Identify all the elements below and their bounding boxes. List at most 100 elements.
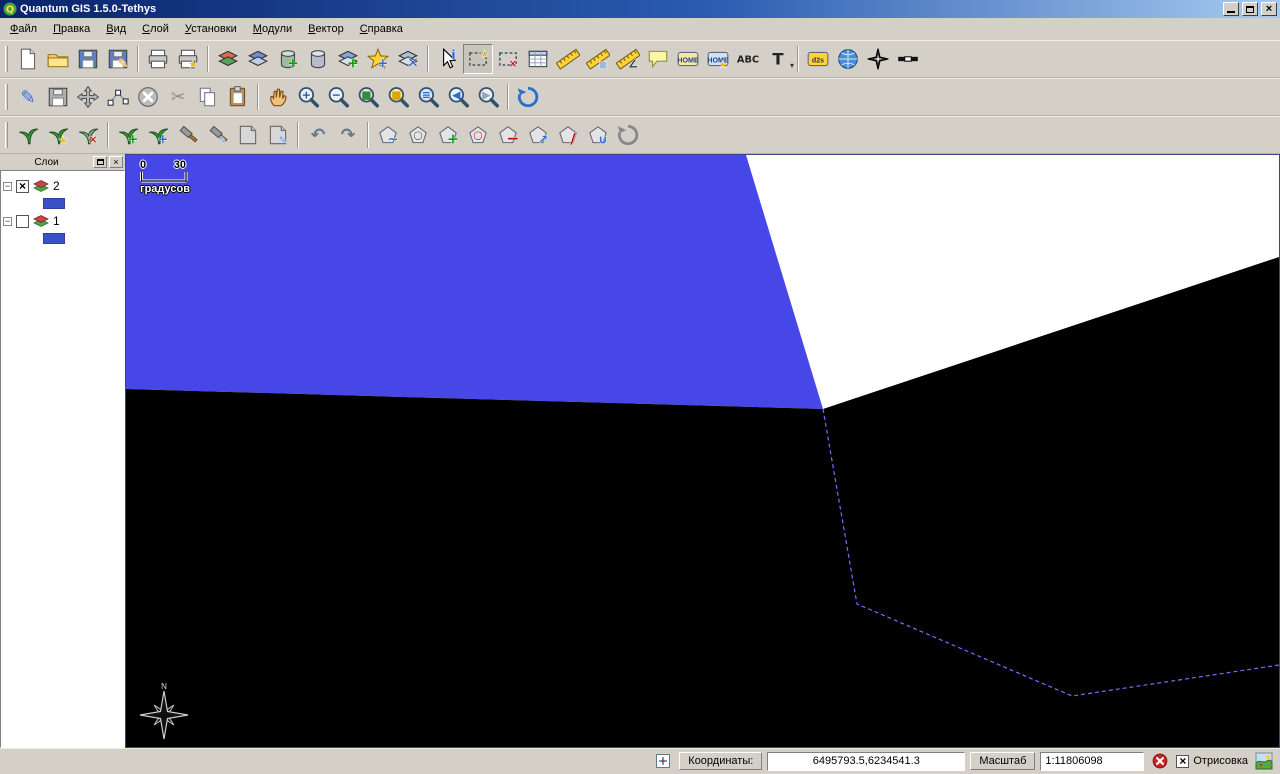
delete-part[interactable]: − — [493, 120, 523, 150]
panel-float-button[interactable] — [93, 156, 107, 168]
zoom-to-selection[interactable]: ■ — [383, 82, 413, 112]
layer-row[interactable]: − 1 — [3, 212, 122, 230]
restore-button[interactable] — [1242, 2, 1258, 16]
node-tool[interactable] — [103, 82, 133, 112]
measure-angle[interactable]: ∠ — [613, 44, 643, 74]
add-vector-layer[interactable] — [213, 44, 243, 74]
scale-bar-decoration[interactable] — [893, 44, 923, 74]
new-print-composer[interactable] — [143, 44, 173, 74]
dropdown-arrow-icon[interactable]: ▾ — [790, 61, 794, 70]
toolbar-handle[interactable] — [5, 84, 8, 110]
map-tips[interactable] — [643, 44, 673, 74]
measure-line[interactable] — [553, 44, 583, 74]
text-annotation[interactable]: T▾ — [763, 44, 793, 74]
render-toggle[interactable]: × Отрисовка — [1176, 755, 1248, 768]
delete-ring[interactable]: ○ — [463, 120, 493, 150]
refresh-map[interactable] — [513, 82, 543, 112]
simplify-feature[interactable]: ~ — [373, 120, 403, 150]
north-arrow-decoration[interactable] — [863, 44, 893, 74]
zoom-last[interactable]: ◀ — [443, 82, 473, 112]
layer-row[interactable]: − × 2 — [3, 177, 122, 195]
copy-features[interactable] — [193, 82, 223, 112]
menu-help[interactable]: Справка — [352, 20, 411, 38]
zoom-out[interactable]: − — [323, 82, 353, 112]
toolbar-handle[interactable] — [5, 46, 8, 72]
copyright-label-decoration[interactable]: d2s — [803, 44, 833, 74]
grass-open-tools[interactable] — [173, 120, 203, 150]
menu-edit[interactable]: Правка — [45, 20, 98, 38]
new-bookmark[interactable]: HOME — [673, 44, 703, 74]
grass-edit-vector[interactable]: ✎ — [203, 120, 233, 150]
svg-text:✎: ✎ — [219, 136, 227, 147]
deselect-features[interactable]: ✕ — [493, 44, 523, 74]
open-attribute-table[interactable] — [523, 44, 553, 74]
rotate-point-symbols[interactable] — [613, 120, 643, 150]
grass-edit-region[interactable]: ✎ — [263, 120, 293, 150]
menu-file[interactable]: Файл — [2, 20, 45, 38]
remove-layer[interactable]: ✕ — [393, 44, 423, 74]
minimize-button[interactable] — [1223, 2, 1239, 16]
split-features[interactable]: / — [553, 120, 583, 150]
new-project[interactable] — [13, 44, 43, 74]
projection-globe[interactable] — [833, 44, 863, 74]
zoom-next[interactable]: ▶ — [473, 82, 503, 112]
move-feature[interactable] — [73, 82, 103, 112]
mouse-position-icon[interactable] — [652, 750, 674, 772]
pan-map[interactable] — [263, 82, 293, 112]
paste-features[interactable] — [223, 82, 253, 112]
labeling[interactable]: ABC — [733, 44, 763, 74]
identify-features[interactable]: i — [433, 44, 463, 74]
save-project-as[interactable]: ✎ — [103, 44, 133, 74]
expand-toggle[interactable]: − — [3, 182, 12, 191]
menu-layer[interactable]: Слой — [134, 20, 177, 38]
grass-add-vector-layer[interactable]: + — [113, 120, 143, 150]
grass-add-raster-layer[interactable]: + — [143, 120, 173, 150]
undo[interactable]: ↶ — [303, 120, 333, 150]
toolbar-handle[interactable] — [5, 122, 8, 148]
redo[interactable]: ↷ — [333, 120, 363, 150]
close-button[interactable]: × — [1261, 2, 1277, 16]
add-spatialite-layer[interactable] — [303, 44, 333, 74]
layer-name[interactable]: 2 — [53, 179, 60, 193]
reshape-features[interactable]: ↗ — [523, 120, 553, 150]
toggle-editing[interactable]: ✎ — [13, 82, 43, 112]
merge-features[interactable]: ∪ — [583, 120, 613, 150]
grass-close-mapset[interactable]: ✕ — [73, 120, 103, 150]
select-features[interactable]: ★ — [463, 44, 493, 74]
add-postgis-layer[interactable]: + — [273, 44, 303, 74]
save-project[interactable] — [73, 44, 103, 74]
add-wms-layer[interactable]: + — [333, 44, 363, 74]
cut-features[interactable]: ✂ — [163, 82, 193, 112]
menu-view[interactable]: Вид — [98, 20, 134, 38]
composer-manager[interactable]: ★ — [173, 44, 203, 74]
grass-open-mapset[interactable] — [13, 120, 43, 150]
stop-render-button[interactable] — [1149, 750, 1171, 772]
menu-vector[interactable]: Вектор — [300, 20, 352, 38]
menu-plugins[interactable]: Модули — [245, 20, 300, 38]
add-ring[interactable]: ○ — [403, 120, 433, 150]
grass-new-mapset[interactable]: ★ — [43, 120, 73, 150]
layer-visibility-checkbox[interactable]: × — [16, 180, 29, 193]
map-canvas[interactable]: 0 30 градусов N — [125, 154, 1280, 748]
zoom-in[interactable]: + — [293, 82, 323, 112]
add-raster-layer[interactable] — [243, 44, 273, 74]
coordinates-input[interactable] — [767, 752, 965, 771]
zoom-to-layer[interactable]: ≡ — [413, 82, 443, 112]
titlebar[interactable]: Q Quantum GIS 1.5.0-Tethys × — [0, 0, 1280, 18]
menu-settings[interactable]: Установки — [177, 20, 245, 38]
layer-name[interactable]: 1 — [53, 214, 60, 228]
open-project[interactable] — [43, 44, 73, 74]
panel-close-button[interactable]: × — [109, 156, 123, 168]
add-part[interactable]: + — [433, 120, 463, 150]
delete-selected[interactable] — [133, 82, 163, 112]
scale-input[interactable] — [1040, 752, 1144, 771]
render-checkbox[interactable]: × — [1176, 755, 1189, 768]
save-edits[interactable] — [43, 82, 73, 112]
show-bookmarks[interactable]: HOME★ — [703, 44, 733, 74]
expand-toggle[interactable]: − — [3, 217, 12, 226]
grass-display-region[interactable] — [233, 120, 263, 150]
measure-area[interactable]: ■ — [583, 44, 613, 74]
layer-visibility-checkbox[interactable] — [16, 215, 29, 228]
add-wfs-layer[interactable]: + — [363, 44, 393, 74]
zoom-full-extent[interactable]: ■ — [353, 82, 383, 112]
